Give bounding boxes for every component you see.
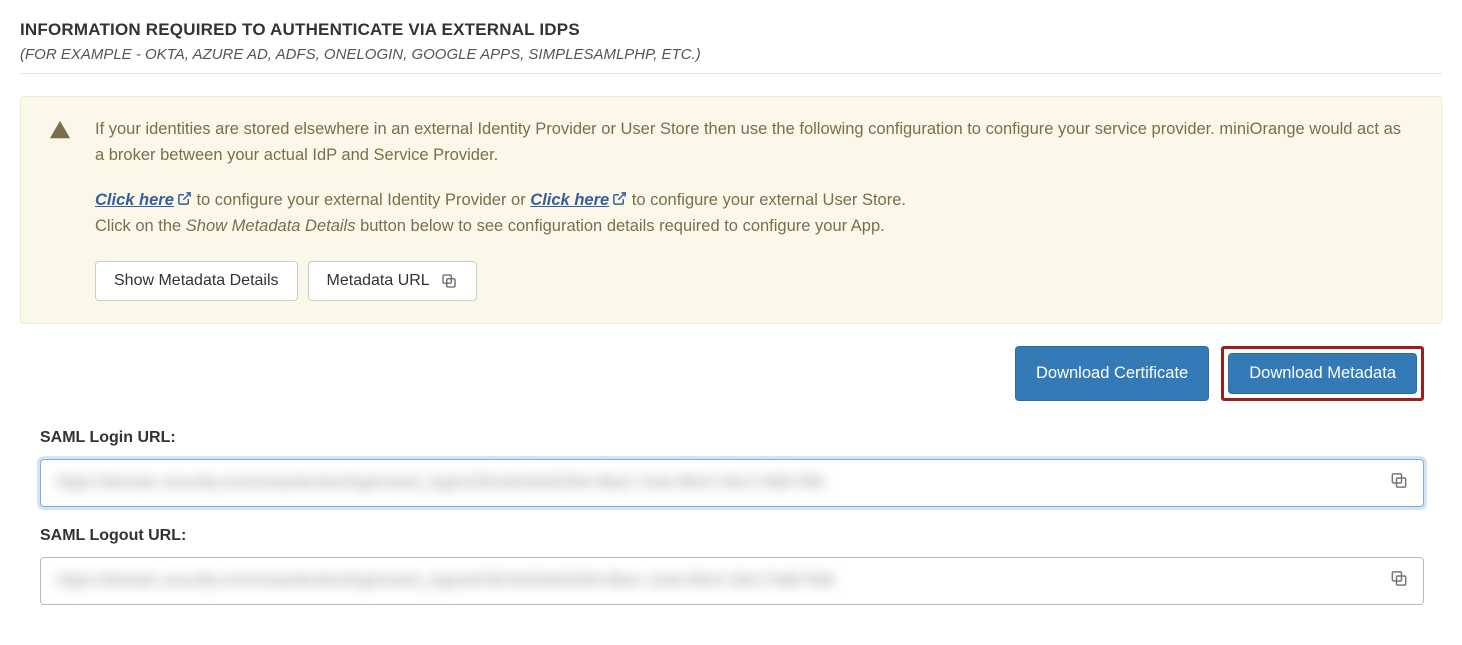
show-metadata-button[interactable]: Show Metadata Details [95, 261, 298, 301]
section-subtitle: (FOR EXAMPLE - OKTA, AZURE AD, ADFS, ONE… [20, 46, 1442, 63]
saml-login-url-label: SAML Login URL: [40, 429, 1442, 447]
alert-text-line1: If your identities are stored elsewhere … [95, 117, 1413, 168]
info-alert: If your identities are stored elsewhere … [20, 96, 1442, 324]
saml-logout-url-field[interactable]: https://domain.xecurify.com/moas/broker/… [40, 557, 1424, 605]
metadata-url-button[interactable]: Metadata URL [308, 261, 477, 301]
saml-logout-url-value: https://domain.xecurify.com/moas/broker/… [57, 572, 835, 589]
alert-text-line2: Click here to configure your external Id… [95, 188, 1413, 214]
download-certificate-button[interactable]: Download Certificate [1015, 346, 1209, 401]
copy-icon[interactable] [1389, 569, 1409, 594]
copy-icon [440, 272, 458, 290]
configure-userstore-link[interactable]: Click here [530, 191, 627, 209]
warning-icon [49, 119, 71, 146]
saml-login-url-field[interactable]: https://domain.xecurify.com/moas/broker/… [40, 459, 1424, 507]
saml-login-url-value: https://domain.xecurify.com/moas/broker/… [57, 474, 825, 491]
external-link-icon [612, 191, 627, 206]
highlight-frame: Download Metadata [1221, 346, 1424, 401]
alert-text-line3: Click on the Show Metadata Details butto… [95, 214, 1413, 240]
section-title: INFORMATION REQUIRED TO AUTHENTICATE VIA… [20, 20, 1442, 40]
divider [20, 73, 1442, 74]
saml-logout-url-label: SAML Logout URL: [40, 527, 1442, 545]
download-metadata-button[interactable]: Download Metadata [1228, 353, 1417, 394]
external-link-icon [177, 191, 192, 206]
copy-icon[interactable] [1389, 471, 1409, 496]
configure-idp-link[interactable]: Click here [95, 191, 192, 209]
